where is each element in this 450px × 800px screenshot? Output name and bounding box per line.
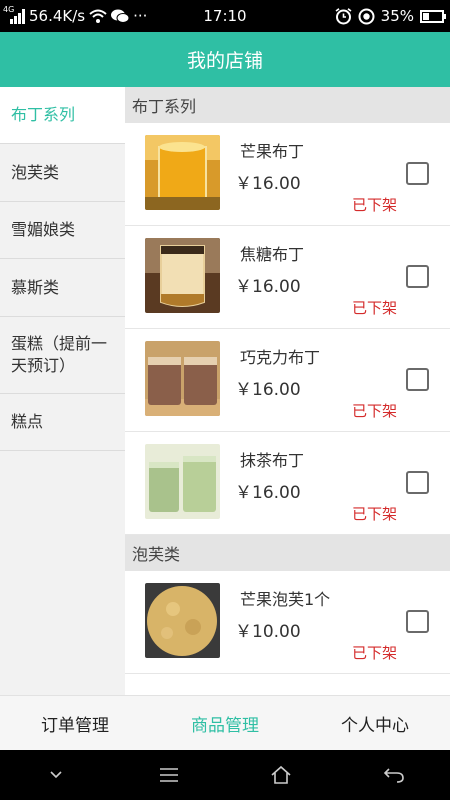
menu-icon[interactable] [149,760,189,790]
product-price: ￥16.00 [235,483,301,503]
section-header-pudding: 布丁系列 [125,87,450,123]
sidebar-item-pudding[interactable]: 布丁系列 [0,87,125,144]
sidebar-item-mochi[interactable]: 雪媚娘类 [0,202,125,259]
product-image [145,583,220,658]
product-price: ￥10.00 [235,622,301,642]
sidebar-item-label: 慕斯类 [11,277,60,297]
tab-products[interactable]: 商品管理 [150,696,300,750]
status-bar: 4G 56.4K/s ··· 17:10 35% [0,0,450,32]
sidebar-item-label: 蛋糕（提前一天预订） [11,334,108,375]
product-image [145,444,220,519]
product-item[interactable]: 芒果布丁 ￥16.00 已下架 [125,123,450,226]
tab-label: 订单管理 [41,715,109,736]
product-checkbox[interactable] [406,162,429,185]
sidebar-item-label: 泡芙类 [11,162,60,182]
alarm-icon [335,7,352,24]
tab-orders[interactable]: 订单管理 [0,696,150,750]
sidebar-item-label: 雪媚娘类 [11,220,76,239]
location-icon [358,8,375,24]
product-price: ￥16.00 [235,380,301,400]
sidebar-item-label: 布丁系列 [11,105,76,124]
section-title: 布丁系列 [132,97,197,116]
product-checkbox[interactable] [406,610,429,633]
product-checkbox[interactable] [406,265,429,288]
system-nav-bar [0,750,450,800]
app-header: 我的店铺 [0,32,450,87]
product-status: 已下架 [351,644,397,662]
product-item[interactable]: 芒果泡芙1个 ￥10.00 已下架 [125,571,450,674]
product-name: 芒果布丁 [240,142,305,161]
tab-label: 个人中心 [341,715,409,736]
tab-profile[interactable]: 个人中心 [300,696,450,750]
product-status: 已下架 [351,196,397,214]
section-title: 泡芙类 [132,545,181,564]
product-name: 抹茶布丁 [240,451,305,470]
sidebar-item-pastry[interactable]: 糕点 [0,394,125,451]
clock: 17:10 [203,7,247,25]
chevron-down-icon[interactable] [36,760,76,790]
product-price: ￥16.00 [235,174,301,194]
product-item[interactable]: 巧克力布丁 ￥16.00 已下架 [125,329,450,432]
product-image [145,238,220,313]
product-status: 已下架 [351,505,397,523]
product-checkbox[interactable] [406,368,429,391]
category-sidebar: 布丁系列 泡芙类 雪媚娘类 慕斯类 蛋糕（提前一天预订） 糕点 [0,87,125,695]
tab-label: 商品管理 [191,715,259,736]
product-image [145,341,220,416]
product-status: 已下架 [351,402,397,420]
battery-percent: 35% [380,7,414,25]
sidebar-item-puff[interactable]: 泡芙类 [0,144,125,202]
screen: 4G 56.4K/s ··· 17:10 35% 我的店铺 布丁系列 泡芙类 雪… [0,0,450,800]
product-status: 已下架 [351,299,397,317]
product-name: 焦糖布丁 [240,245,305,264]
product-checkbox[interactable] [406,471,429,494]
home-icon[interactable] [261,760,301,790]
page-title: 我的店铺 [186,50,263,72]
product-image [145,135,220,210]
product-list: 布丁系列 芒果布丁 ￥16.00 已下架 焦糖布丁 ￥16.00 已下架 巧克力… [125,87,450,695]
battery-icon [420,9,446,23]
battery-fill [423,12,429,20]
product-name: 芒果泡芙1个 [240,590,331,609]
product-item[interactable]: 焦糖布丁 ￥16.00 已下架 [125,226,450,329]
status-right: 35% [335,0,446,32]
back-icon[interactable] [374,760,414,790]
sidebar-item-cake[interactable]: 蛋糕（提前一天预订） [0,317,125,394]
product-name: 巧克力布丁 [240,348,321,367]
product-price: ￥16.00 [235,277,301,297]
sidebar-item-label: 糕点 [11,412,44,431]
bottom-tab-bar: 订单管理 商品管理 个人中心 [0,695,450,750]
sidebar-item-mousse[interactable]: 慕斯类 [0,259,125,317]
product-item[interactable]: 抹茶布丁 ￥16.00 已下架 [125,432,450,535]
section-header-puff: 泡芙类 [125,535,450,571]
